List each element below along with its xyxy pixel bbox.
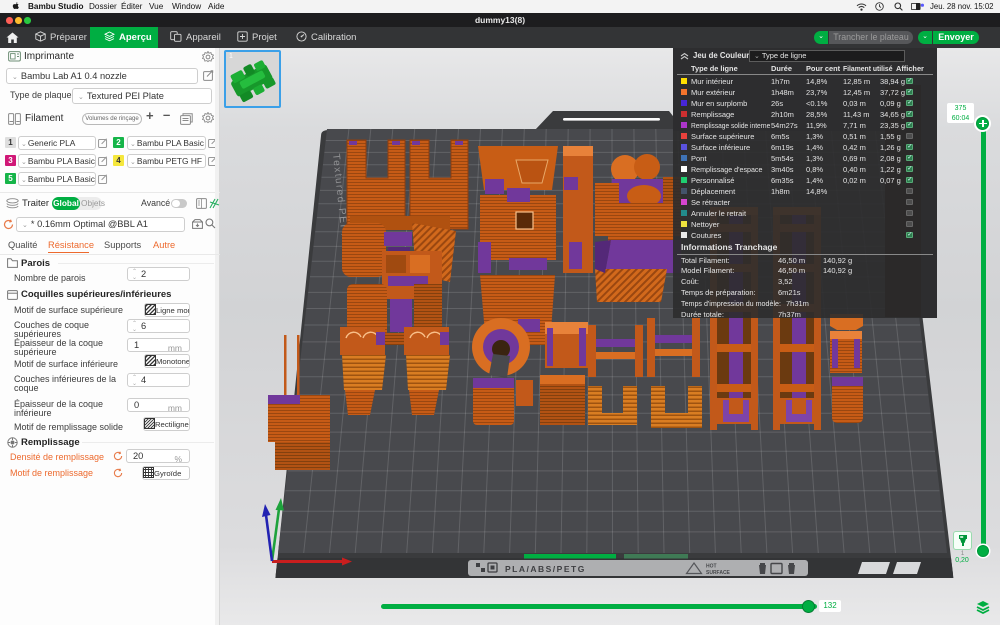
svg-text:PLA/ABS/PETG: PLA/ABS/PETG: [505, 564, 586, 574]
svg-text:SURFACE: SURFACE: [706, 570, 731, 576]
svg-text:HOT: HOT: [706, 564, 717, 570]
